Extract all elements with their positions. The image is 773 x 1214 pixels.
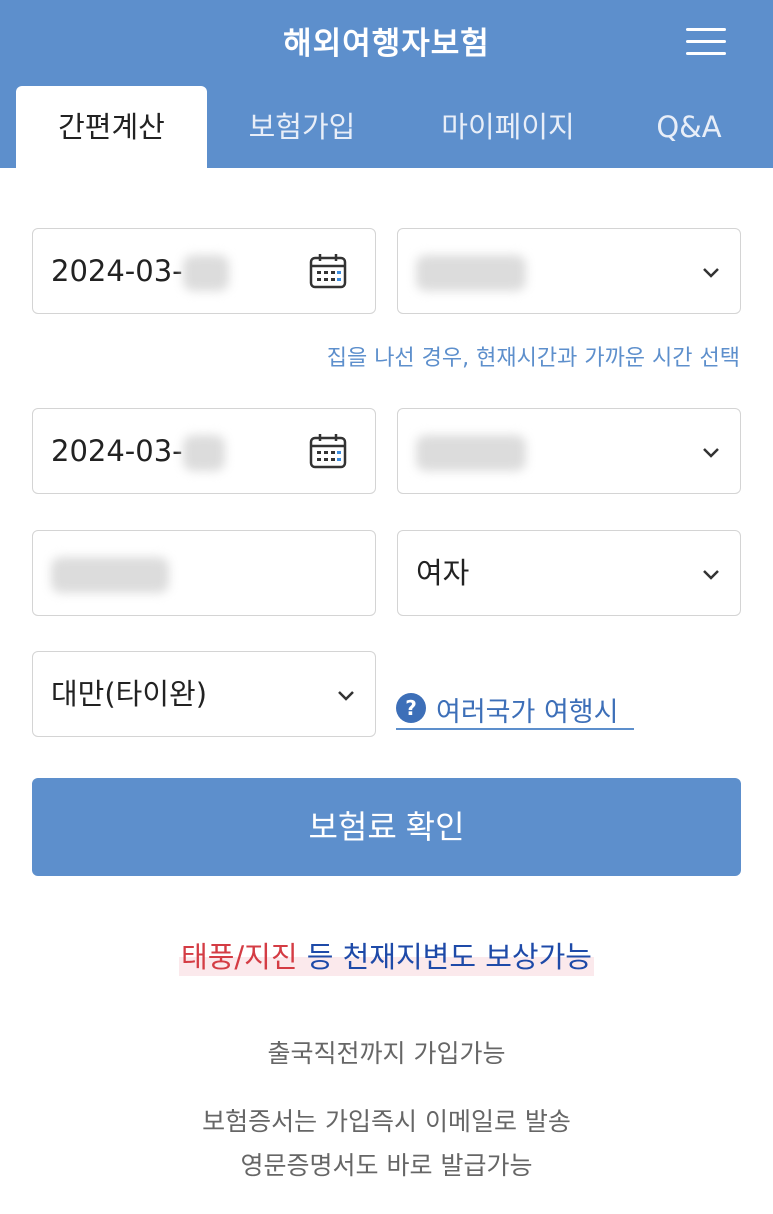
tab-quick-calc[interactable]: 간편계산 [16, 86, 207, 168]
birthdate-input[interactable] [32, 530, 376, 616]
start-time-select[interactable] [397, 228, 741, 314]
info-line-2: 보험증서는 가입즉시 이메일로 발송 [202, 1107, 571, 1136]
calendar-icon[interactable] [309, 253, 347, 289]
gender-value: 여자 [416, 556, 470, 590]
end-date-text: 2024-03- [51, 434, 183, 468]
tab-my-page[interactable]: 마이페이지 [397, 86, 619, 168]
info-line-3: 영문증명서도 바로 발급가능 [240, 1151, 533, 1180]
redacted-day [182, 255, 229, 291]
gender-select[interactable]: 여자 [397, 530, 741, 616]
departure-hint: 집을 나선 경우, 현재시간과 가까운 시간 선택 [326, 346, 740, 371]
question-icon: ? [396, 693, 426, 723]
country-value: 대만(타이완) [51, 677, 208, 711]
calendar-icon[interactable] [309, 433, 347, 469]
info-line-1: 출국직전까지 가입가능 [267, 1039, 506, 1068]
redacted-day [182, 435, 225, 471]
app-title: 해외여행자보험 [283, 26, 490, 62]
chevron-down-icon [338, 691, 354, 701]
check-premium-button[interactable]: 보험료 확인 [32, 778, 741, 876]
chevron-down-icon [703, 268, 719, 278]
start-date-field[interactable]: 2024-03- [32, 228, 376, 314]
app-header: 해외여행자보험 간편계산 보험가입 마이페이지 Q&A [0, 0, 773, 168]
start-date-text: 2024-03- [51, 254, 183, 288]
tab-qna[interactable]: Q&A [619, 86, 759, 168]
banner-highlight: 태풍/지진 [181, 940, 298, 974]
country-select[interactable]: 대만(타이완) [32, 651, 376, 737]
redacted-start-time [416, 255, 526, 291]
chevron-down-icon [703, 448, 719, 458]
end-date-field[interactable]: 2024-03- [32, 408, 376, 494]
tab-insurance-signup[interactable]: 보험가입 [207, 86, 397, 168]
menu-icon[interactable] [684, 24, 730, 60]
redacted-birthdate [51, 557, 169, 593]
banner-text: 등 천재지변도 보상가능 [297, 940, 592, 974]
multi-country-link-label: 여러국가 여행시 [436, 697, 619, 728]
multi-country-link[interactable]: ? 여러국가 여행시 [396, 688, 634, 730]
disaster-coverage-banner: 태풍/지진 등 천재지변도 보상가능 [0, 934, 773, 976]
chevron-down-icon [703, 570, 719, 580]
end-time-select[interactable] [397, 408, 741, 494]
redacted-end-time [416, 435, 526, 471]
